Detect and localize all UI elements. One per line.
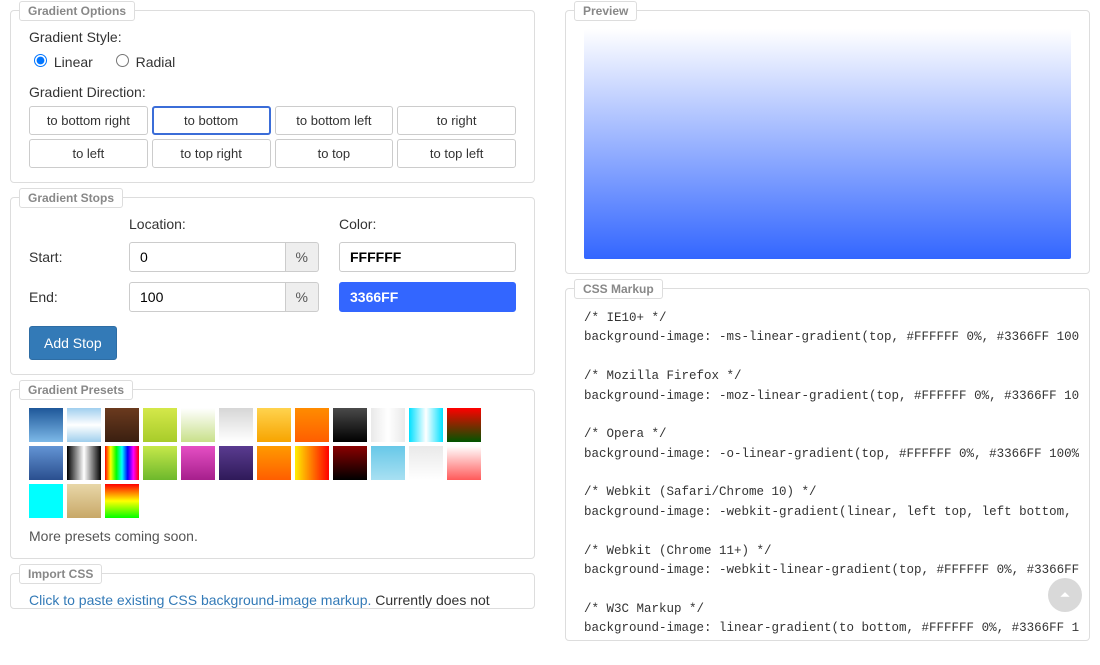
panel-title: CSS Markup	[574, 279, 663, 299]
preset-swatch-4[interactable]	[181, 408, 215, 442]
gradient-presets-panel: Gradient Presets More presets coming soo…	[10, 389, 535, 559]
gradient-style-label: Gradient Style:	[29, 29, 516, 45]
radio-linear-label: Linear	[54, 54, 93, 70]
gradient-direction-label: Gradient Direction:	[29, 84, 516, 100]
preset-swatch-25[interactable]	[67, 484, 101, 518]
panel-title: Preview	[574, 1, 637, 21]
import-css-text: Currently does not	[371, 592, 489, 608]
stop-color-input-0[interactable]	[339, 242, 516, 272]
preset-swatch-2[interactable]	[105, 408, 139, 442]
preset-swatch-20[interactable]	[333, 446, 367, 480]
direction-to-top-left[interactable]: to top left	[397, 139, 516, 168]
preset-swatch-11[interactable]	[447, 408, 481, 442]
panel-title: Gradient Options	[19, 1, 135, 21]
preset-swatch-0[interactable]	[29, 408, 63, 442]
preset-swatch-26[interactable]	[105, 484, 139, 518]
radio-linear-input[interactable]	[34, 54, 47, 67]
preset-swatch-14[interactable]	[105, 446, 139, 480]
preset-swatch-8[interactable]	[333, 408, 367, 442]
preset-swatch-6[interactable]	[257, 408, 291, 442]
radio-linear[interactable]: Linear	[29, 54, 97, 70]
percent-addon: %	[286, 282, 319, 312]
stop-label-0: Start:	[29, 249, 109, 265]
stop-label-1: End:	[29, 289, 109, 305]
radio-radial[interactable]: Radial	[111, 54, 176, 70]
gradient-preview	[584, 29, 1071, 259]
panel-title: Gradient Presets	[19, 380, 133, 400]
gradient-options-panel: Gradient Options Gradient Style: Linear …	[10, 10, 535, 183]
preset-swatch-17[interactable]	[219, 446, 253, 480]
stop-location-input-0[interactable]	[129, 242, 286, 272]
location-header: Location:	[129, 216, 319, 232]
preset-swatch-5[interactable]	[219, 408, 253, 442]
percent-addon: %	[286, 242, 319, 272]
radio-radial-label: Radial	[136, 54, 176, 70]
import-css-link[interactable]: Click to paste existing CSS background-i…	[29, 592, 371, 608]
scroll-to-top-button[interactable]	[1048, 578, 1082, 612]
direction-to-bottom-right[interactable]: to bottom right	[29, 106, 148, 135]
direction-to-bottom-left[interactable]: to bottom left	[275, 106, 394, 135]
preset-swatch-15[interactable]	[143, 446, 177, 480]
preset-swatch-19[interactable]	[295, 446, 329, 480]
stop-color-input-1[interactable]	[339, 282, 516, 312]
preview-panel: Preview	[565, 10, 1090, 274]
direction-to-top[interactable]: to top	[275, 139, 394, 168]
import-css-panel: Import CSS Click to paste existing CSS b…	[10, 573, 535, 609]
add-stop-button[interactable]: Add Stop	[29, 326, 117, 360]
chevron-up-icon	[1058, 588, 1072, 602]
direction-to-left[interactable]: to left	[29, 139, 148, 168]
preset-swatch-13[interactable]	[67, 446, 101, 480]
css-output[interactable]: /* IE10+ */ background-image: -ms-linear…	[580, 303, 1079, 640]
presets-note: More presets coming soon.	[29, 528, 516, 544]
preset-swatch-18[interactable]	[257, 446, 291, 480]
preset-swatch-3[interactable]	[143, 408, 177, 442]
preset-swatch-23[interactable]	[447, 446, 481, 480]
color-header: Color:	[339, 216, 516, 232]
panel-title: Gradient Stops	[19, 188, 123, 208]
panel-title: Import CSS	[19, 564, 102, 584]
gradient-stops-panel: Gradient Stops Location: Color: Start:%E…	[10, 197, 535, 375]
preset-swatch-21[interactable]	[371, 446, 405, 480]
css-markup-panel: CSS Markup /* IE10+ */ background-image:…	[565, 288, 1090, 641]
preset-swatch-9[interactable]	[371, 408, 405, 442]
preset-swatch-7[interactable]	[295, 408, 329, 442]
direction-to-right[interactable]: to right	[397, 106, 516, 135]
preset-swatch-12[interactable]	[29, 446, 63, 480]
preset-swatch-1[interactable]	[67, 408, 101, 442]
preset-swatch-22[interactable]	[409, 446, 443, 480]
preset-swatch-24[interactable]	[29, 484, 63, 518]
preset-swatch-10[interactable]	[409, 408, 443, 442]
radio-radial-input[interactable]	[116, 54, 129, 67]
stop-location-input-1[interactable]	[129, 282, 286, 312]
preset-swatch-16[interactable]	[181, 446, 215, 480]
direction-to-bottom[interactable]: to bottom	[152, 106, 271, 135]
direction-to-top-right[interactable]: to top right	[152, 139, 271, 168]
